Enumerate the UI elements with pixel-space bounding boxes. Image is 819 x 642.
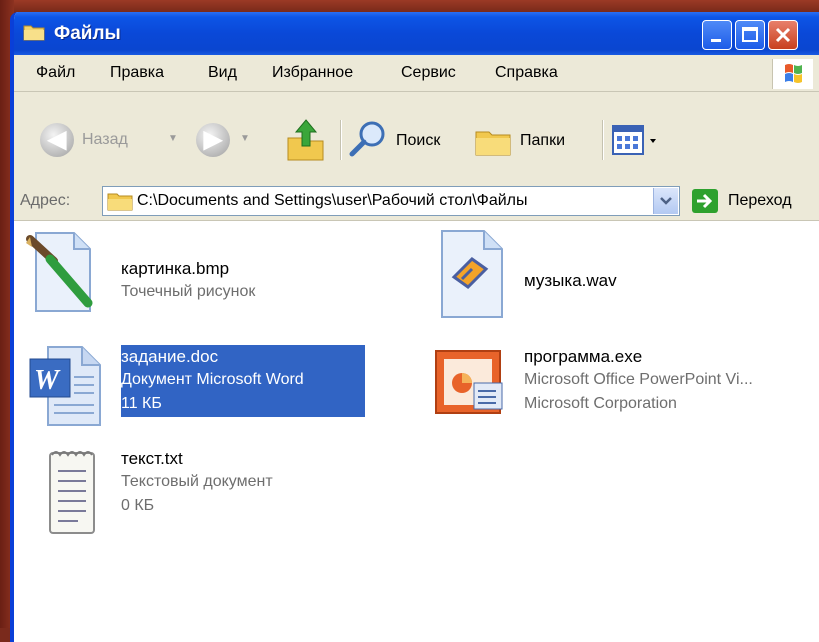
search-label: Поиск (396, 132, 441, 149)
go-icon (697, 193, 713, 209)
file-name: текст.txt (121, 449, 183, 468)
go-button[interactable] (692, 189, 718, 213)
file-item[interactable]: картинка.bmp Точечный рисунок (24, 229, 394, 321)
folder-icon (23, 25, 45, 41)
menu-file[interactable]: Файл (36, 64, 75, 82)
address-path: C:\Documents and Settings\user\Рабочий с… (137, 192, 528, 209)
address-dropdown-button[interactable] (653, 188, 678, 214)
file-item[interactable]: музыка.wav (432, 229, 812, 321)
file-type: Точечный рисунок (121, 283, 256, 300)
toolbar-separator (340, 120, 342, 160)
file-name: музыка.wav (524, 271, 617, 290)
file-size: 11 КБ (121, 395, 162, 412)
address-bar: Адрес: C:\Documents and Settings\user\Ра… (14, 182, 819, 221)
search-icon (349, 121, 385, 157)
back-label: Назад (82, 131, 128, 148)
address-field[interactable]: C:\Documents and Settings\user\Рабочий с… (102, 186, 680, 216)
chevron-down-icon (660, 197, 672, 205)
file-type: Microsoft Office PowerPoint Vi... (524, 371, 753, 388)
file-type: Текстовый документ (121, 473, 273, 490)
maximize-icon (742, 27, 758, 42)
close-button[interactable] (768, 20, 798, 50)
go-label[interactable]: Переход (728, 192, 792, 210)
close-icon (775, 27, 791, 43)
window-title: Файлы (54, 23, 121, 44)
menu-tools[interactable]: Сервис (401, 64, 456, 82)
file-type: Документ Microsoft Word (121, 371, 304, 388)
minimize-icon (711, 39, 721, 42)
forward-dropdown-icon: ▼ (240, 133, 250, 144)
media-icon (441, 230, 503, 318)
up-folder-icon (287, 119, 324, 161)
file-name: задание.doc (121, 347, 219, 366)
menu-edit[interactable]: Правка (110, 64, 164, 82)
search-button[interactable]: Поиск (348, 118, 458, 162)
menu-bar: Файл Правка Вид Избранное Сервис Справка (14, 55, 819, 92)
windows-logo-icon (785, 64, 802, 83)
up-button[interactable] (284, 116, 328, 164)
title-bar[interactable]: Файлы (14, 12, 819, 55)
back-dropdown-icon: ▼ (168, 133, 178, 144)
forward-button[interactable]: ▶ ▼ (196, 123, 252, 159)
powerpoint-icon (435, 350, 503, 414)
file-size: 0 КБ (121, 497, 155, 514)
minimize-button[interactable] (702, 20, 732, 50)
views-icon (612, 125, 656, 155)
maximize-button[interactable] (735, 20, 765, 50)
file-item[interactable]: программа.exe Microsoft Office PowerPoin… (432, 345, 819, 437)
menu-help[interactable]: Справка (495, 64, 558, 82)
back-icon: ◀ (40, 123, 74, 157)
file-company: Microsoft Corporation (524, 395, 677, 412)
file-item[interactable]: текст.txt Текстовый документ 0 КБ (24, 447, 394, 539)
toolbar: ◀ Назад ▼ ▶ ▼ Поиск Папки (14, 92, 819, 183)
notepad-icon (49, 451, 95, 534)
file-item-selected[interactable]: W задание.doc Документ Microsoft Word 11… (24, 345, 404, 437)
menu-favorites[interactable]: Избранное (272, 64, 353, 82)
folders-icon (475, 131, 511, 156)
file-list: картинка.bmp Точечный рисунок музыка.wav… (14, 221, 819, 642)
views-button[interactable] (612, 124, 672, 160)
word-icon: W (29, 346, 101, 426)
toolbar-separator (602, 120, 604, 160)
folder-icon (107, 193, 133, 211)
folders-label: Папки (520, 132, 565, 149)
folders-button[interactable]: Папки (472, 118, 592, 162)
file-name: программа.exe (524, 347, 643, 366)
menu-view[interactable]: Вид (208, 64, 237, 82)
explorer-window: Файлы Файл Правка Вид Избранное Сервис С… (10, 12, 819, 642)
selection-highlight: задание.doc Документ Microsoft Word 11 К… (121, 345, 365, 417)
svg-text:W: W (34, 365, 61, 396)
paint-icon (26, 232, 93, 312)
back-button[interactable]: ◀ Назад ▼ (40, 123, 178, 159)
address-label: Адрес: (20, 192, 71, 209)
forward-icon: ▶ (196, 123, 230, 157)
file-name: картинка.bmp (121, 259, 230, 278)
windows-logo (772, 59, 813, 89)
